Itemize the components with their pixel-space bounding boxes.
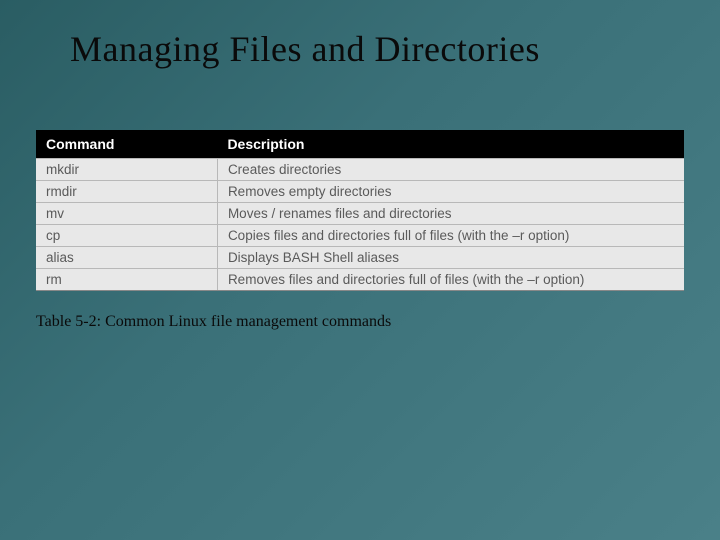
cell-command: mv <box>36 203 217 225</box>
cell-description: Removes empty directories <box>217 181 684 203</box>
table-caption: Table 5-2: Common Linux file management … <box>36 313 720 331</box>
commands-table-wrap: Command Description mkdir Creates direct… <box>36 130 684 291</box>
cell-description: Displays BASH Shell aliases <box>217 247 684 269</box>
table-row: rmdir Removes empty directories <box>36 181 684 203</box>
cell-command: cp <box>36 225 217 247</box>
cell-command: rmdir <box>36 181 217 203</box>
header-description: Description <box>217 130 684 159</box>
cell-command: alias <box>36 247 217 269</box>
slide-title: Managing Files and Directories <box>0 0 720 70</box>
cell-command: mkdir <box>36 159 217 181</box>
cell-description: Removes files and directories full of fi… <box>217 269 684 291</box>
cell-description: Moves / renames files and directories <box>217 203 684 225</box>
cell-command: rm <box>36 269 217 291</box>
header-command: Command <box>36 130 217 159</box>
cell-description: Copies files and directories full of fil… <box>217 225 684 247</box>
table-row: mv Moves / renames files and directories <box>36 203 684 225</box>
commands-table: Command Description mkdir Creates direct… <box>36 130 684 291</box>
table-row: alias Displays BASH Shell aliases <box>36 247 684 269</box>
cell-description: Creates directories <box>217 159 684 181</box>
table-row: cp Copies files and directories full of … <box>36 225 684 247</box>
table-header-row: Command Description <box>36 130 684 159</box>
table-row: mkdir Creates directories <box>36 159 684 181</box>
table-row: rm Removes files and directories full of… <box>36 269 684 291</box>
